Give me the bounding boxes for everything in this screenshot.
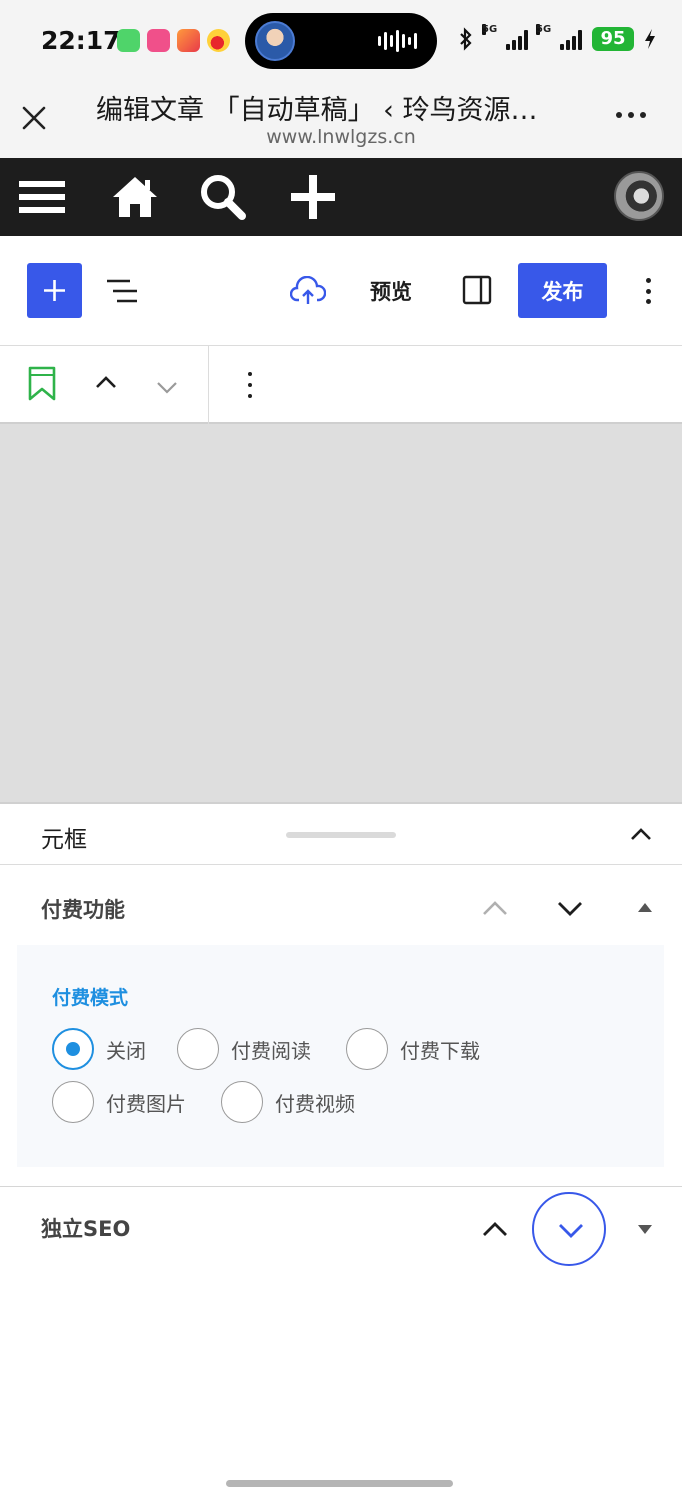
publish-button[interactable]: 发布: [518, 263, 607, 318]
add-block-button[interactable]: [27, 263, 82, 318]
status-bar: 22:17 5G 5G 95: [0, 0, 682, 82]
bookmark-icon[interactable]: [26, 365, 58, 403]
page-title: 编辑文章 「自动草稿」 ‹ 玲鸟资源…: [96, 95, 538, 126]
move-panel-up-icon[interactable]: [481, 898, 509, 918]
pay-mode-box: 付费模式 关闭 付费阅读 付费下载 付费图片 付费视频: [17, 945, 664, 1167]
radio-label: 关闭: [106, 1038, 146, 1063]
home-icon[interactable]: [110, 172, 160, 222]
chevron-down-icon: [559, 1224, 583, 1238]
preview-button[interactable]: 预览: [370, 276, 412, 306]
signal-icon-2: 5G: [536, 24, 582, 50]
add-icon[interactable]: [288, 172, 338, 222]
radio-circle[interactable]: [52, 1028, 94, 1070]
block-toolbar: [0, 346, 682, 424]
editor-toolbar: 预览 发布: [0, 236, 682, 346]
game-icon: [177, 29, 200, 52]
audio-wave-icon: [378, 29, 417, 53]
bluetooth-icon: [460, 27, 472, 51]
radio-circle[interactable]: [346, 1028, 388, 1070]
signal-label-2: 5G: [536, 24, 552, 35]
radio-close[interactable]: 关闭: [52, 1028, 146, 1070]
radio-label: 付费下载: [400, 1038, 480, 1063]
avatar[interactable]: [614, 171, 664, 221]
island-avatar: [255, 21, 295, 61]
page-url: www.lnwlgzs.cn: [266, 126, 416, 148]
block-options-icon[interactable]: [240, 370, 260, 400]
sidebar-toggle-icon[interactable]: [462, 275, 492, 305]
home-indicator[interactable]: [226, 1480, 453, 1487]
add-block-icon: [44, 280, 65, 301]
radio-label: 付费阅读: [231, 1038, 311, 1063]
signal-label-1: 5G: [482, 24, 498, 35]
status-time: 22:17: [41, 26, 121, 55]
editor-canvas[interactable]: [0, 424, 682, 802]
radio-circle[interactable]: [221, 1081, 263, 1123]
meta-boxes-header[interactable]: 元框: [0, 802, 682, 865]
menu-icon[interactable]: [17, 172, 67, 222]
options-menu-icon[interactable]: [637, 274, 659, 308]
more-options-icon[interactable]: [616, 112, 656, 124]
list-view-icon[interactable]: [104, 276, 140, 306]
radio-label: 付费视频: [275, 1091, 355, 1116]
battery-indicator: 95: [592, 27, 634, 51]
pay-mode-label: 付费模式: [52, 987, 129, 1009]
meta-boxes-title: 元框: [41, 827, 87, 853]
move-panel-down-button[interactable]: [532, 1192, 606, 1266]
admin-bar: [0, 158, 682, 236]
weibo-icon: [207, 29, 230, 52]
expand-triangle-icon[interactable]: [636, 1223, 654, 1237]
cloud-upload-icon[interactable]: [290, 276, 326, 306]
charging-icon: [645, 29, 655, 49]
toolbar-divider: [208, 346, 209, 424]
move-panel-down-icon[interactable]: [556, 898, 584, 918]
dynamic-island: [245, 13, 437, 69]
radio-circle[interactable]: [177, 1028, 219, 1070]
radio-pay-image[interactable]: 付费图片: [52, 1081, 186, 1123]
chevron-up-icon[interactable]: [628, 824, 654, 844]
seo-panel-title[interactable]: 独立SEO: [41, 1213, 130, 1243]
signal-icon-1: 5G: [482, 24, 528, 50]
radio-pay-video[interactable]: 付费视频: [221, 1081, 355, 1123]
collapse-triangle-icon[interactable]: [636, 900, 654, 914]
status-indicators: 5G 5G 95: [458, 24, 656, 51]
radio-pay-read[interactable]: 付费阅读: [177, 1028, 311, 1070]
browser-title-bar: 编辑文章 「自动草稿」 ‹ 玲鸟资源… www.lnwlgzs.cn: [0, 82, 682, 158]
radio-circle[interactable]: [52, 1081, 94, 1123]
radio-pay-download[interactable]: 付费下载: [346, 1028, 480, 1070]
messages-icon: [117, 29, 140, 52]
pay-panel-title[interactable]: 付费功能: [41, 894, 125, 924]
move-down-icon[interactable]: [155, 379, 179, 395]
radio-label: 付费图片: [106, 1091, 186, 1116]
seo-panel: 独立SEO: [0, 1187, 682, 1277]
search-icon[interactable]: [198, 172, 248, 222]
drag-handle[interactable]: [286, 832, 396, 838]
move-panel-up-icon[interactable]: [481, 1219, 509, 1239]
move-up-icon[interactable]: [94, 374, 118, 390]
lofter-icon: [147, 29, 170, 52]
notification-icons: [117, 29, 230, 52]
